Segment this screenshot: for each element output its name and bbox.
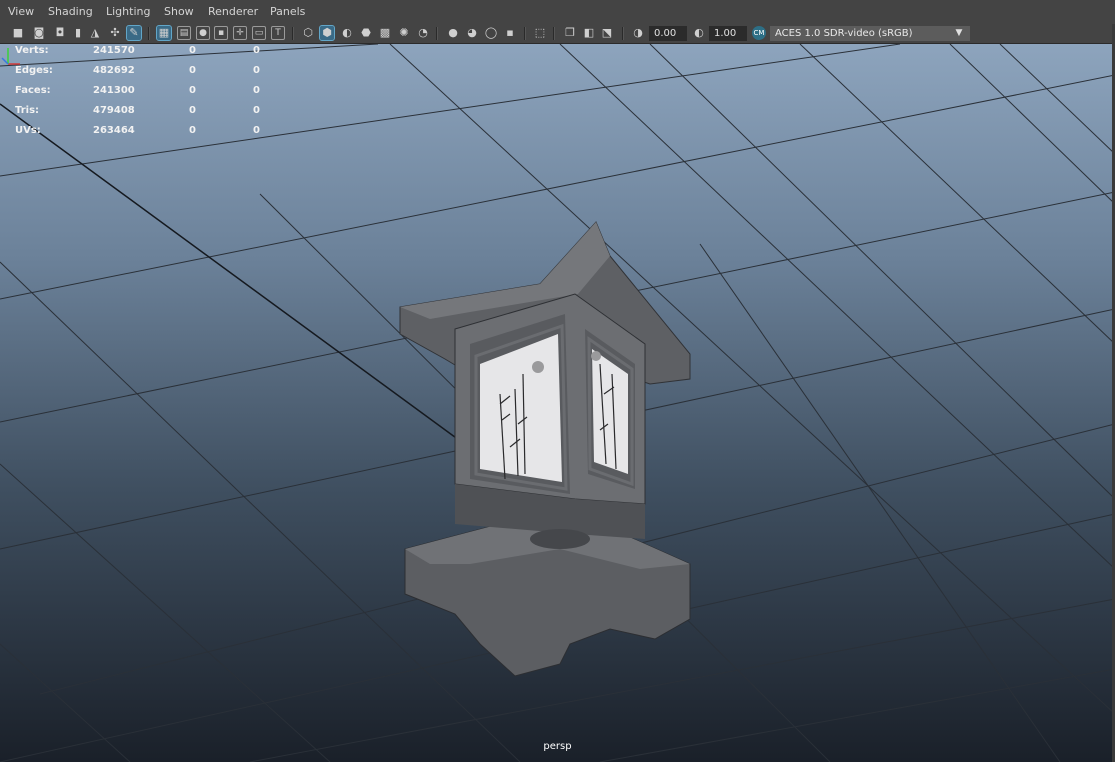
screen-space-ao-icon[interactable]: ● [446, 26, 460, 40]
safe-title-icon[interactable]: T [271, 26, 285, 40]
hud-value: 0 [253, 45, 260, 56]
view-axis-icon [1, 48, 20, 65]
toolbar-separator [436, 27, 438, 40]
menu-show[interactable]: Show [164, 5, 194, 18]
hud-value: 0 [253, 125, 260, 136]
toolbar-separator [148, 27, 150, 40]
hud-value: 241300 [93, 85, 135, 96]
motion-blur-icon[interactable]: ◕ [465, 26, 479, 40]
hud-label: UVs: [15, 125, 41, 136]
hud-value: 0 [189, 45, 196, 56]
select-camera-icon[interactable]: ■ [11, 26, 25, 40]
camera-attributes-icon[interactable]: ◙ [32, 26, 46, 40]
menu-shading[interactable]: Shading [48, 5, 93, 18]
panel-toolbar: ■ ◙ ◘ ▮ ◮ ✣ ✎ ▦ ▤ ● ▪ ✛ ▭ T ⬡ ⬢ ◐ ⬣ ▩ ✺ … [0, 24, 1115, 44]
camera-attributes-icon[interactable]: ◘ [53, 26, 67, 40]
film-gate-icon[interactable]: ▤ [177, 26, 191, 40]
bookmark-icon[interactable]: ▮ [71, 26, 85, 40]
xray-joints-icon[interactable]: ⬔ [600, 26, 614, 40]
grid-icon[interactable]: ▦ [156, 25, 172, 41]
exposure-field[interactable]: 0.00 [649, 26, 687, 41]
menu-bar: View Shading Lighting Show Renderer Pane… [0, 0, 1115, 24]
hud-value: 0 [253, 65, 260, 76]
hud-value: 0 [253, 105, 260, 116]
exposure-icon[interactable]: ◑ [631, 26, 645, 40]
gate-mask-icon[interactable]: ▪ [214, 26, 228, 40]
toolbar-separator [524, 27, 526, 40]
xray-active-components-icon[interactable]: ◧ [582, 26, 596, 40]
gamma-icon[interactable]: ◐ [692, 26, 706, 40]
multisample-aa-icon[interactable]: ◯ [484, 26, 498, 40]
hud-value: 0 [189, 85, 196, 96]
hud-value: 482692 [93, 65, 135, 76]
scene-canvas [0, 44, 1115, 762]
hud-value: 479408 [93, 105, 135, 116]
two-d-pan-zoom-icon[interactable]: ✣ [108, 26, 122, 40]
use-default-material-icon[interactable]: ◐ [340, 26, 354, 40]
hud-value: 0 [189, 65, 196, 76]
color-space-label: ACES 1.0 SDR-video (sRGB) [775, 28, 913, 39]
perspective-viewport[interactable]: Verts: 241570 0 0 Edges: 482692 0 0 Face… [0, 44, 1115, 762]
dropdown-arrow-icon[interactable]: ▼ [952, 26, 966, 40]
resolution-gate-icon[interactable]: ● [196, 26, 210, 40]
wireframe-on-shaded-icon[interactable]: ⬣ [359, 26, 373, 40]
hud-value: 0 [189, 105, 196, 116]
hud-value: 241570 [93, 45, 135, 56]
field-chart-icon[interactable]: ✛ [233, 26, 247, 40]
grease-pencil-icon[interactable]: ✎ [126, 25, 142, 41]
toolbar-separator [622, 27, 624, 40]
menu-view[interactable]: View [8, 5, 34, 18]
toolbar-separator [292, 27, 294, 40]
toolbar-separator [553, 27, 555, 40]
menu-lighting[interactable]: Lighting [106, 5, 150, 18]
hud-label: Tris: [15, 105, 40, 116]
hud-label: Faces: [15, 85, 51, 96]
hud-value: 0 [189, 125, 196, 136]
menu-panels[interactable]: Panels [270, 5, 305, 18]
use-all-lights-icon[interactable]: ✺ [397, 26, 411, 40]
wireframe-icon[interactable]: ⬡ [301, 26, 315, 40]
safe-action-icon[interactable]: ▭ [252, 26, 266, 40]
hud-value: 263464 [93, 125, 135, 136]
textured-icon[interactable]: ▩ [378, 26, 392, 40]
lantern-model[interactable] [399, 221, 691, 677]
smooth-shade-icon[interactable]: ⬢ [319, 25, 335, 41]
isolate-select-icon[interactable]: ⬚ [533, 26, 547, 40]
hud-value: 0 [253, 85, 260, 96]
image-plane-icon[interactable]: ◮ [88, 26, 102, 40]
xray-icon[interactable]: ❐ [563, 26, 577, 40]
color-management-icon[interactable]: CM [752, 26, 766, 40]
menu-renderer[interactable]: Renderer [208, 5, 258, 18]
depth-of-field-icon[interactable]: ▪ [503, 26, 517, 40]
camera-name-label: persp [543, 741, 572, 752]
shadows-icon[interactable]: ◔ [416, 26, 430, 40]
color-space-dropdown[interactable]: ACES 1.0 SDR-video (sRGB) [770, 26, 970, 41]
gamma-field[interactable]: 1.00 [709, 26, 747, 41]
